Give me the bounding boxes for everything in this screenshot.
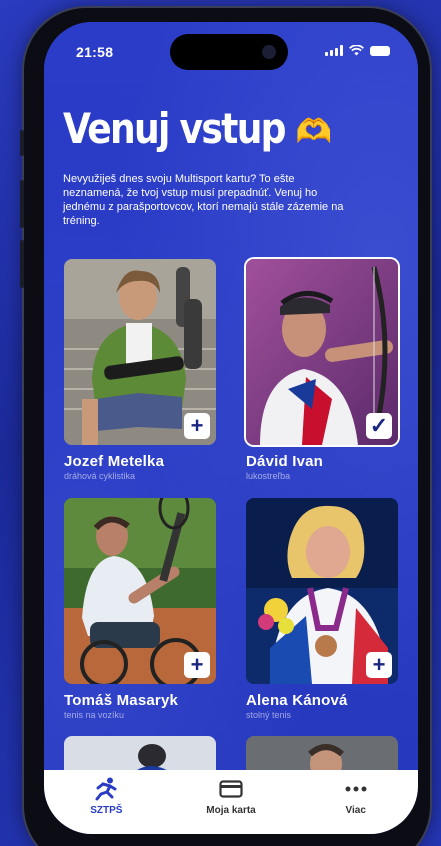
volume-down-button — [20, 240, 24, 288]
page-subtitle: Nevyužiješ dnes svoju Multisport kartu? … — [63, 173, 344, 227]
check-icon[interactable]: ✓ — [366, 413, 392, 439]
tab-viac[interactable]: Viac — [293, 776, 418, 834]
wifi-icon — [349, 45, 364, 56]
athlete-name: Dávid Ivan — [246, 453, 324, 470]
tab-moja-karta[interactable]: Moja karta — [169, 776, 294, 834]
athlete-sport: tenis na vozíku — [64, 710, 125, 720]
tab-bar: SZTPŠ Moja karta Viac — [44, 770, 418, 834]
more-icon — [342, 776, 370, 802]
tab-sztps[interactable]: SZTPŠ — [44, 776, 169, 834]
signal-icon — [325, 45, 343, 56]
card-icon — [217, 776, 245, 802]
athlete-name: Tomáš Masaryk — [64, 692, 179, 709]
app-screen: 21:58 Venuj vstup 🫶 Nevyužiješ dnes svoj… — [44, 22, 418, 834]
battery-icon — [370, 45, 390, 56]
athlete-sport: dráhová cyklistika — [64, 471, 136, 481]
athlete-sport: stolný tenis — [246, 710, 292, 720]
athlete-sport: lukostreľba — [246, 471, 291, 481]
runner-icon — [92, 776, 120, 802]
camera-icon — [262, 45, 276, 59]
volume-up-button — [20, 180, 24, 228]
athlete-name: Jozef Metelka — [64, 453, 165, 470]
status-time: 21:58 — [76, 44, 114, 60]
mute-switch — [20, 130, 24, 156]
athlete-name: Alena Kánová — [246, 692, 348, 709]
plus-icon[interactable]: + — [366, 652, 392, 678]
status-icons — [325, 45, 390, 56]
page-title-text: Venuj vstup — [63, 104, 287, 153]
heart-hands-icon: 🫶 — [295, 112, 333, 152]
dynamic-island — [170, 34, 288, 70]
tab-label: Moja karta — [206, 805, 256, 816]
tab-label: Viac — [345, 805, 366, 816]
page-title: Venuj vstup 🫶 — [63, 104, 332, 153]
plus-icon[interactable]: + — [184, 652, 210, 678]
plus-icon[interactable]: + — [184, 413, 210, 439]
status-bar: 21:58 — [44, 22, 418, 78]
tab-label: SZTPŠ — [90, 805, 123, 816]
